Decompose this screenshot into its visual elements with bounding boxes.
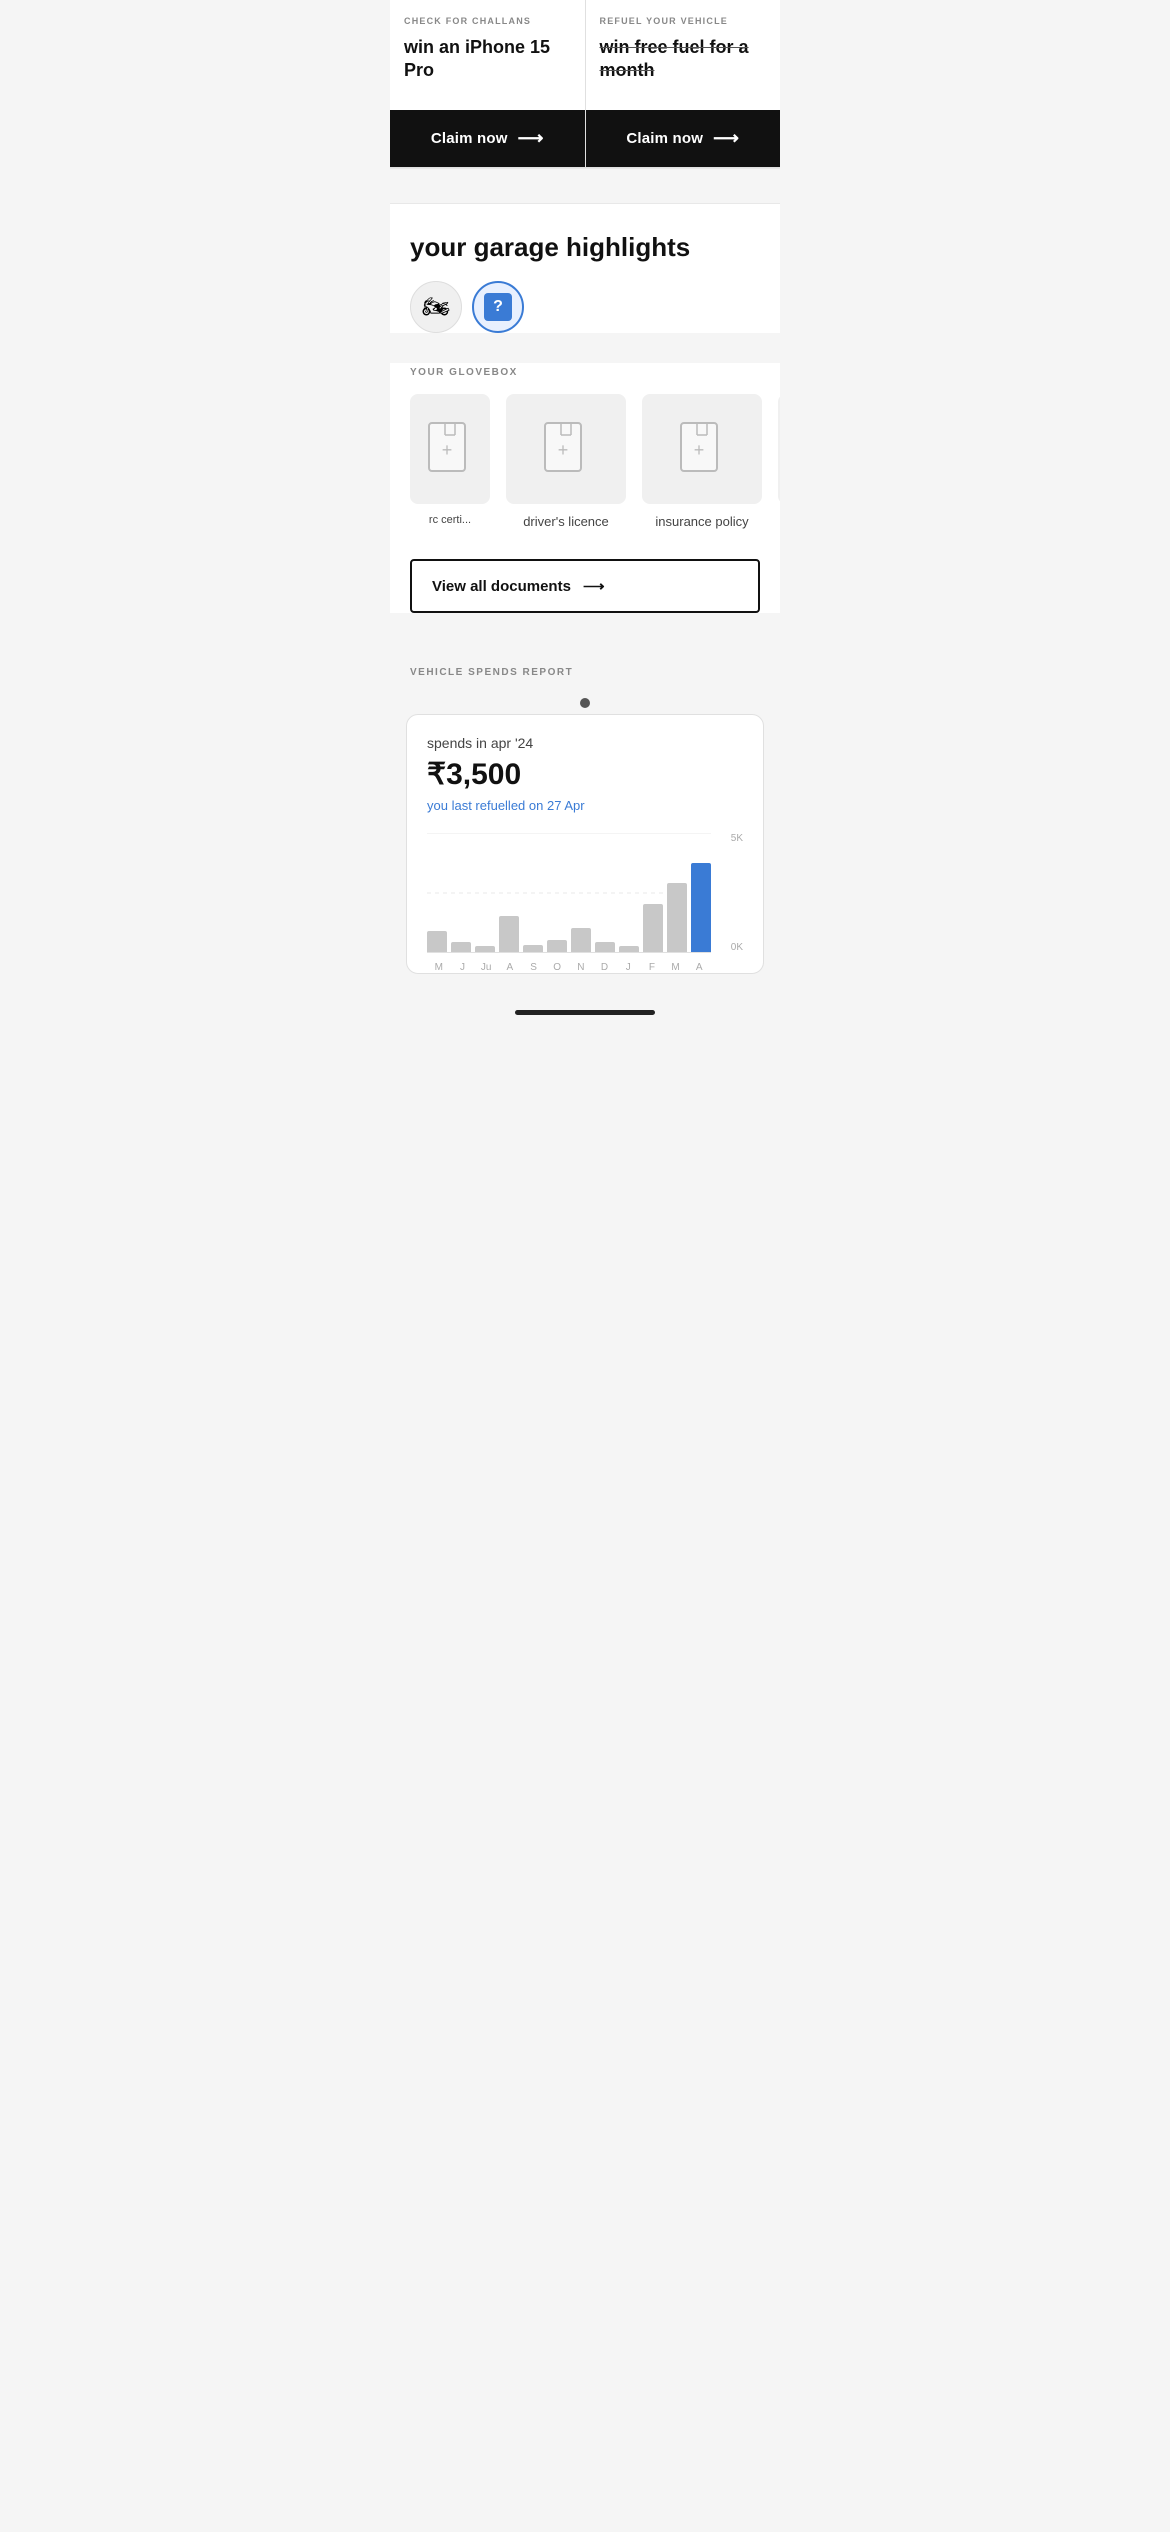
spends-refuel-link[interactable]: you last refuelled on 27 Apr: [427, 798, 743, 813]
scroll-bar: [515, 1010, 655, 1015]
claim-button-challans[interactable]: Claim now ⟶: [390, 110, 585, 167]
doc-card-licence[interactable]: + driver's licence: [506, 394, 626, 529]
chart-x-label-11: A: [687, 962, 711, 973]
chart-bar-3: [499, 916, 519, 952]
vehicle-tab-unknown[interactable]: ?: [472, 281, 524, 333]
view-all-docs-label: View all documents: [432, 578, 571, 595]
chart-container: 5K 0K MJJuASONDJFMA: [427, 833, 743, 973]
chart-bar-group-4: [523, 833, 543, 952]
chart-bar-group-3: [499, 833, 519, 952]
spends-dot-active: [580, 698, 590, 708]
chart-bar-group-0: [427, 833, 447, 952]
chart-bar-group-5: [547, 833, 567, 952]
spends-section: VEHICLE SPENDS REPORT spends in apr '24 …: [390, 643, 780, 974]
chart-bar-group-8: [619, 833, 639, 952]
chart-x-label-3: A: [498, 962, 522, 973]
doc-label-licence: driver's licence: [523, 514, 609, 529]
doc-card-puc[interactable]: + puc certificate: [778, 394, 780, 529]
spends-card: spends in apr '24 ₹3,500 you last refuel…: [406, 714, 764, 974]
promo-card-content-refuel: REFUEL YOUR VEHICLE win free fuel for a …: [586, 0, 781, 110]
chart-x-label-0: M: [427, 962, 451, 973]
promo-title-refuel: win free fuel for a month: [600, 36, 767, 81]
promo-title-challans: win an iPhone 15 Pro: [404, 36, 571, 81]
chart-bar-4: [523, 945, 543, 952]
doc-label-insurance: insurance policy: [655, 514, 748, 529]
glovebox-label: YOUR GLOVEBOX: [390, 367, 780, 378]
spends-dots: [390, 688, 780, 714]
bike-icon: 🏍: [422, 294, 450, 320]
arrow-icon-challans: ⟶: [518, 128, 544, 149]
chart-bar-10: [667, 883, 687, 952]
chart-x-labels: MJJuASONDJFMA: [427, 962, 711, 973]
doc-card-insurance[interactable]: + insurance policy: [642, 394, 762, 529]
promo-label-challans: CHECK FOR CHALLANS: [404, 16, 571, 26]
promo-section: CHECK FOR CHALLANS win an iPhone 15 Pro …: [390, 0, 780, 168]
chart-bar-group-11: [691, 833, 711, 952]
doc-file-icon-rc: +: [427, 421, 473, 477]
chart-bar-group-1: [451, 833, 471, 952]
vehicle-tab-bike[interactable]: 🏍: [410, 281, 462, 333]
spends-amount: ₹3,500: [427, 757, 743, 792]
chart-y-label-5k: 5K: [731, 833, 743, 844]
chart-x-label-6: N: [569, 962, 593, 973]
chart-bar-group-2: [475, 833, 495, 952]
chart-bar-5: [547, 940, 567, 952]
chart-x-label-5: O: [545, 962, 569, 973]
section-spacer: [390, 168, 780, 204]
chart-x-label-10: M: [664, 962, 688, 973]
question-icon: ?: [484, 293, 512, 321]
spends-header: VEHICLE SPENDS REPORT: [390, 643, 780, 688]
spends-month-label: spends in apr '24: [427, 735, 743, 751]
chart-bar-1: [451, 942, 471, 952]
chart-y-label-0k: 0K: [731, 942, 743, 953]
chart-bar-6: [571, 928, 591, 952]
chart-y-labels: 5K 0K: [713, 833, 743, 953]
chart-x-label-9: F: [640, 962, 664, 973]
doc-label-rc: rc certi...: [429, 514, 471, 526]
chart-area: [427, 833, 711, 953]
chart-bar-0: [427, 931, 447, 952]
promo-card-refuel: REFUEL YOUR VEHICLE win free fuel for a …: [586, 0, 781, 167]
chart-bar-2: [475, 946, 495, 952]
chart-x-label-4: S: [522, 962, 546, 973]
promo-label-refuel: REFUEL YOUR VEHICLE: [600, 16, 767, 26]
glovebox-scroll[interactable]: + rc certi... + driver's lic: [390, 394, 780, 549]
chart-bar-7: [595, 942, 615, 952]
chart-bar-9: [643, 904, 663, 952]
chart-bar-8: [619, 946, 639, 952]
svg-text:+: +: [442, 440, 453, 460]
svg-text:+: +: [558, 440, 569, 460]
chart-bar-group-10: [667, 833, 687, 952]
doc-card-rc[interactable]: + rc certi...: [410, 394, 490, 529]
chart-bar-11: [691, 863, 711, 952]
glovebox-section: YOUR GLOVEBOX + rc certi...: [390, 363, 780, 613]
chart-bar-group-7: [595, 833, 615, 952]
svg-text:+: +: [694, 440, 705, 460]
doc-file-icon-licence: +: [543, 421, 589, 477]
chart-x-label-8: J: [616, 962, 640, 973]
chart-x-label-2: Ju: [474, 962, 498, 973]
chart-bar-group-9: [643, 833, 663, 952]
vehicle-tabs: 🏍 ?: [410, 281, 760, 333]
scroll-indicator: [390, 998, 780, 1019]
garage-section: your garage highlights 🏍 ?: [390, 204, 780, 333]
claim-button-refuel[interactable]: Claim now ⟶: [586, 110, 781, 167]
spends-label: VEHICLE SPENDS REPORT: [410, 667, 573, 678]
promo-card-challans: CHECK FOR CHALLANS win an iPhone 15 Pro …: [390, 0, 586, 167]
promo-card-content-challans: CHECK FOR CHALLANS win an iPhone 15 Pro: [390, 0, 585, 110]
chart-x-label-7: D: [593, 962, 617, 973]
garage-title: your garage highlights: [410, 232, 760, 263]
chart-x-label-1: J: [451, 962, 475, 973]
chart-bar-group-6: [571, 833, 591, 952]
arrow-icon-refuel: ⟶: [713, 128, 739, 149]
doc-file-icon-insurance: +: [679, 421, 725, 477]
view-all-docs-arrow: ⟶: [583, 577, 605, 595]
view-all-docs-button[interactable]: View all documents ⟶: [410, 559, 760, 613]
